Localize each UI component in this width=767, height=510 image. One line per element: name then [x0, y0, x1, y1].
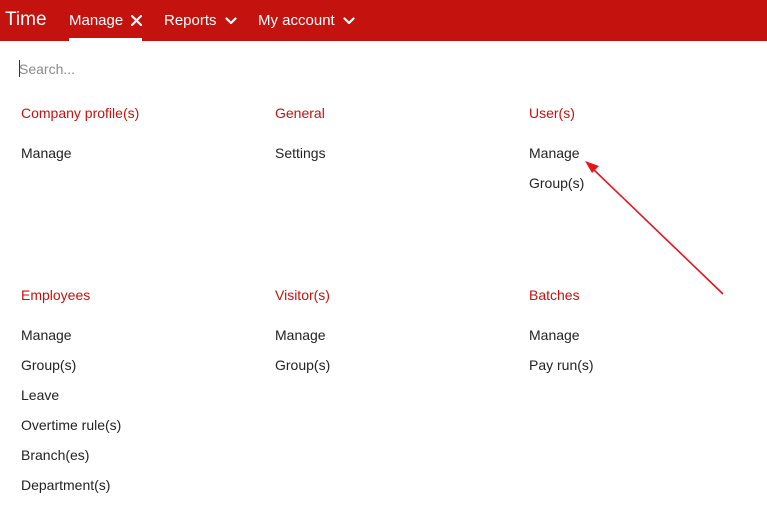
text-cursor: [19, 60, 20, 77]
nav-manage-label: Manage: [69, 12, 124, 29]
active-tab-indicator: [69, 38, 143, 41]
link-employees-leave[interactable]: Leave: [21, 386, 59, 404]
section-title: Batches: [529, 287, 580, 303]
search-input[interactable]: [19, 58, 319, 80]
link-employees-manage[interactable]: Manage: [21, 326, 72, 344]
link-employees-overtime-rules[interactable]: Overtime rule(s): [21, 416, 121, 434]
link-employees-groups[interactable]: Group(s): [21, 356, 76, 374]
top-nav-bar: Time Manage Reports My account: [0, 0, 767, 41]
section-title: User(s): [529, 105, 575, 121]
section-title: Employees: [21, 287, 91, 303]
link-batches-pay-runs[interactable]: Pay run(s): [529, 356, 594, 374]
link-company-manage[interactable]: Manage: [21, 144, 72, 162]
section-title: Visitor(s): [275, 287, 330, 303]
chevron-down-icon: [343, 16, 355, 24]
chevron-down-icon: [224, 16, 237, 24]
nav-reports-label: Reports: [164, 12, 217, 29]
app-brand[interactable]: Time: [5, 9, 47, 31]
link-users-manage[interactable]: Manage: [529, 144, 580, 162]
link-visitors-groups[interactable]: Group(s): [275, 356, 330, 374]
link-employees-branches[interactable]: Branch(es): [21, 446, 89, 464]
link-visitors-manage[interactable]: Manage: [275, 326, 326, 344]
section-title: Company profile(s): [21, 105, 140, 121]
link-users-groups[interactable]: Group(s): [529, 174, 584, 192]
link-employees-departments[interactable]: Department(s): [21, 476, 110, 494]
link-batches-manage[interactable]: Manage: [529, 326, 580, 344]
nav-my-account[interactable]: My account: [258, 0, 355, 41]
close-icon[interactable]: [131, 15, 143, 26]
nav-manage[interactable]: Manage: [69, 0, 143, 41]
link-general-settings[interactable]: Settings: [275, 144, 326, 162]
nav-reports[interactable]: Reports: [164, 0, 237, 41]
section-title: General: [275, 105, 325, 121]
nav-my-account-label: My account: [258, 12, 335, 29]
